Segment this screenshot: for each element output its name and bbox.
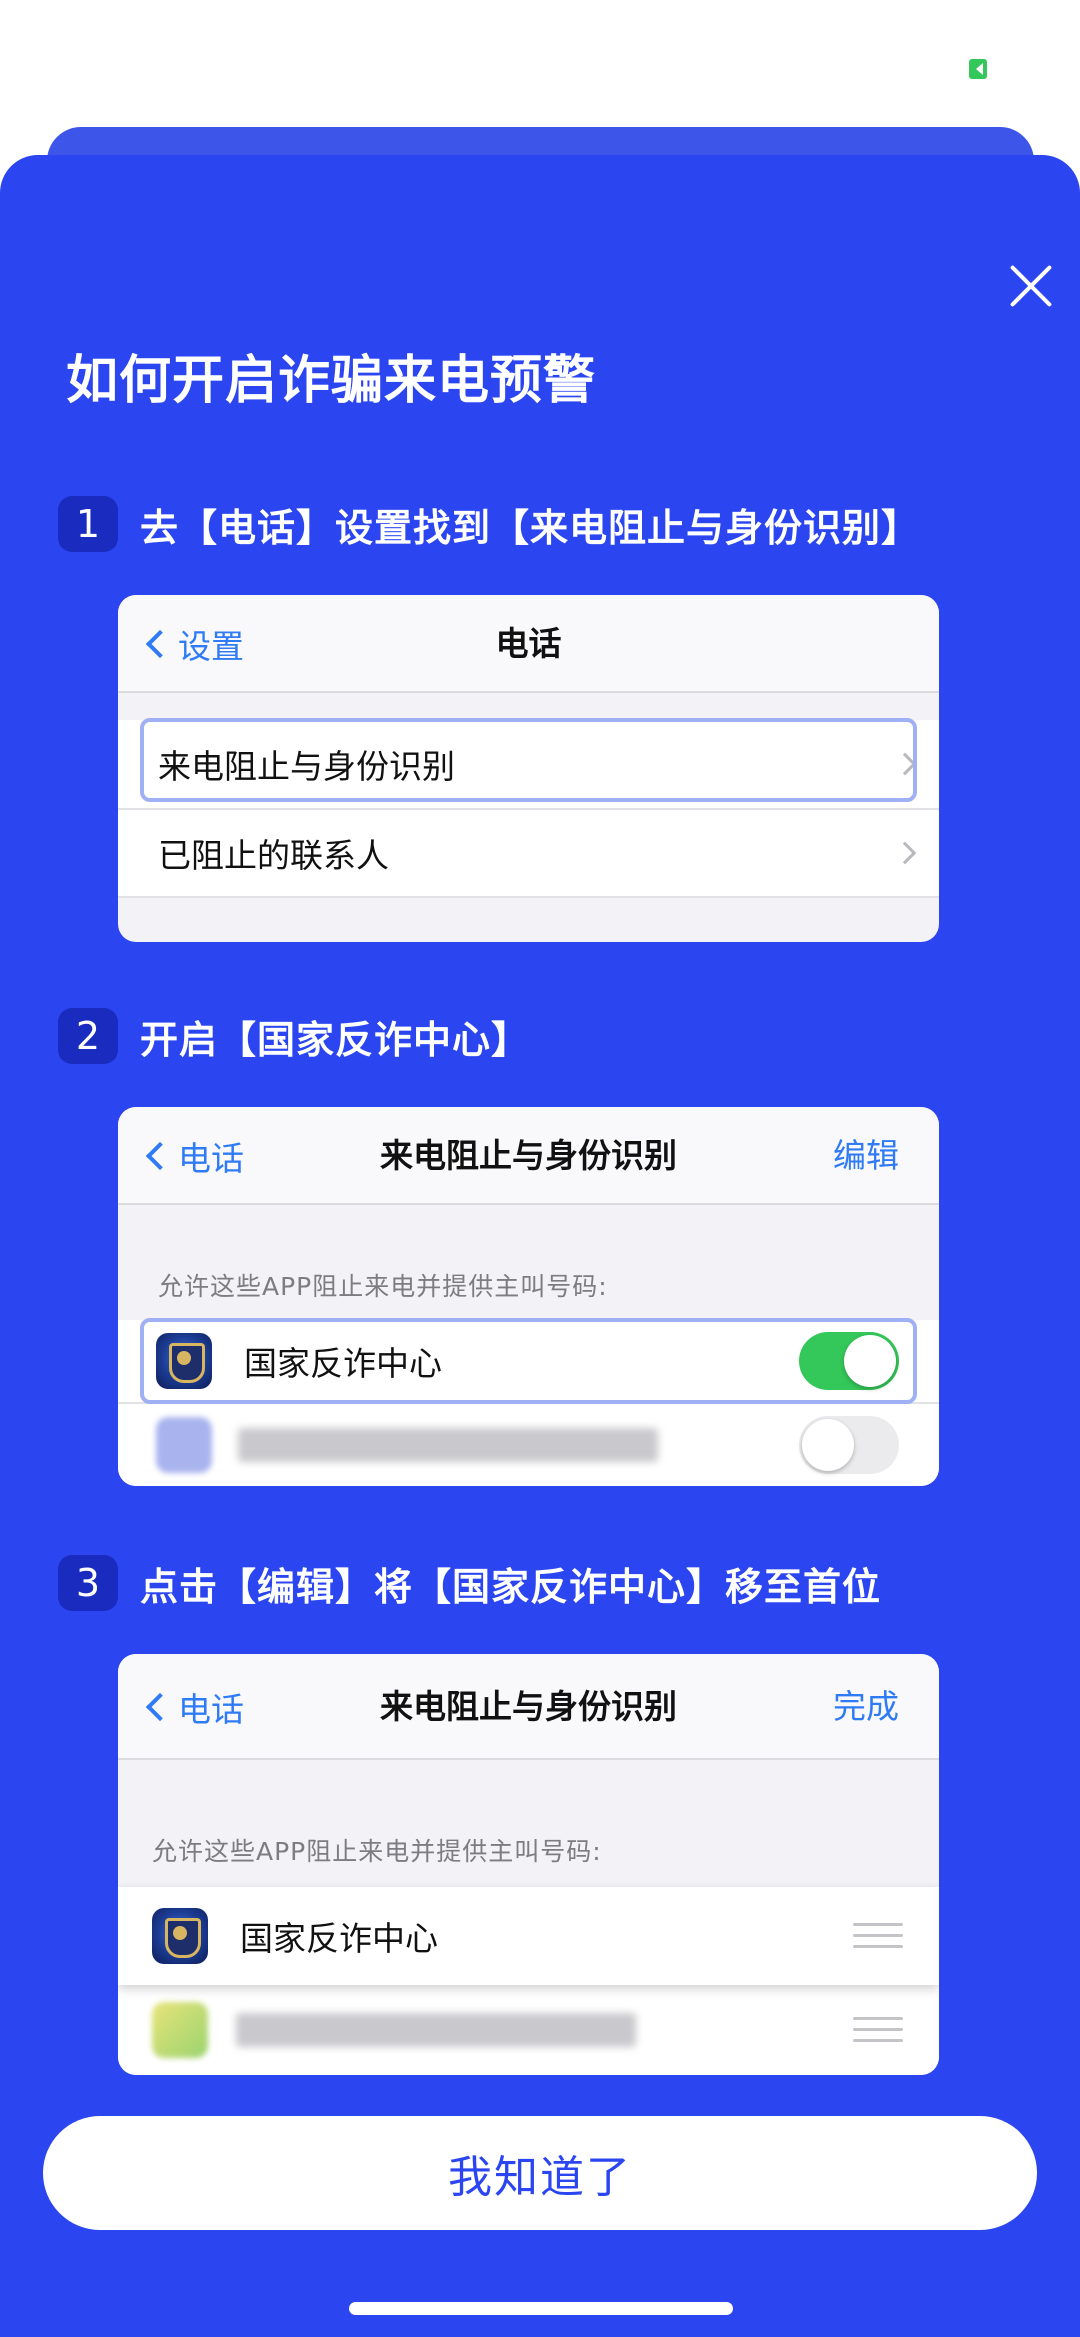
step-instruction: 去【电话】设置找到【来电阻止与身份识别】 xyxy=(140,505,921,550)
done-button[interactable]: 完成 xyxy=(833,1654,899,1760)
step-number-badge: 3 xyxy=(58,1555,118,1611)
step-3-screenshot-card: 电话 来电阻止与身份识别 完成 允许这些APP阻止来电并提供主叫号码: 国家反诈… xyxy=(118,1654,939,2075)
step-2-header: 2 开启【国家反诈中心】 xyxy=(58,1008,530,1064)
chevron-right-icon xyxy=(893,841,917,865)
app-toggle-switch[interactable] xyxy=(799,1416,899,1474)
home-indicator[interactable] xyxy=(349,2302,733,2315)
dialog-title: 如何开启诈骗来电预警 xyxy=(66,351,597,411)
app-row-anti-fraud[interactable]: 国家反诈中心 xyxy=(118,1887,939,1985)
nav-title: 电话 xyxy=(495,624,562,663)
app-row-blurred xyxy=(118,1404,939,1486)
got-it-button[interactable]: 我知道了 xyxy=(43,2116,1037,2230)
step-instruction: 开启【国家反诈中心】 xyxy=(140,1017,531,1062)
settings-row-blocked-contacts[interactable]: 已阻止的联系人 xyxy=(118,810,939,898)
status-indicator-icon xyxy=(969,59,987,79)
step-3-header: 3 点击【编辑】将【国家反诈中心】移至首位 xyxy=(58,1555,881,1611)
nav-bar: 设置 电话 xyxy=(118,595,939,693)
edit-button[interactable]: 编辑 xyxy=(833,1107,899,1205)
app-row-blurred xyxy=(118,1985,939,2075)
highlight-frame xyxy=(140,718,917,802)
section-caption: 允许这些APP阻止来电并提供主叫号码: xyxy=(152,1837,602,1866)
close-icon[interactable] xyxy=(1005,260,1057,312)
blurred-app-icon xyxy=(152,2002,208,2058)
step-1-header: 1 去【电话】设置找到【来电阻止与身份识别】 xyxy=(58,496,920,552)
step-1-screenshot-card: 设置 电话 来电阻止与身份识别 已阻止的联系人 xyxy=(118,595,939,942)
step-number-badge: 2 xyxy=(58,1008,118,1064)
step-instruction: 点击【编辑】将【国家反诈中心】移至首位 xyxy=(140,1564,882,1609)
blurred-app-name xyxy=(236,2013,636,2047)
step-number-badge: 1 xyxy=(58,496,118,552)
blurred-app-name xyxy=(238,1428,658,1462)
drag-handle-icon[interactable] xyxy=(853,1923,903,1949)
app-shield-icon xyxy=(152,1908,208,1964)
step-2-screenshot-card: 电话 来电阻止与身份识别 编辑 允许这些APP阻止来电并提供主叫号码: 国家反诈… xyxy=(118,1107,939,1486)
drag-handle-icon[interactable] xyxy=(853,2017,903,2043)
nav-bar: 电话 来电阻止与身份识别 完成 xyxy=(118,1654,939,1760)
blurred-app-icon xyxy=(156,1417,212,1473)
nav-title: 来电阻止与身份识别 xyxy=(380,1687,677,1726)
highlight-frame xyxy=(140,1318,917,1404)
row-label: 已阻止的联系人 xyxy=(158,836,389,875)
section-caption: 允许这些APP阻止来电并提供主叫号码: xyxy=(158,1272,608,1301)
app-name: 国家反诈中心 xyxy=(240,1919,438,1958)
nav-title: 来电阻止与身份识别 xyxy=(380,1136,677,1175)
nav-bar: 电话 来电阻止与身份识别 编辑 xyxy=(118,1107,939,1205)
